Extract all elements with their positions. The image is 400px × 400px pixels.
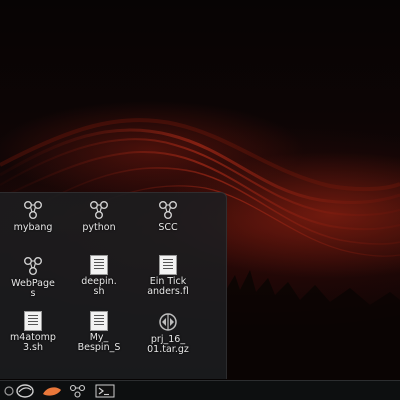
launcher-item[interactable]: m4atomp 3.sh — [0, 311, 66, 367]
launcher-item-label: prj_16_ 01.tar.gz — [147, 334, 189, 355]
network-share-icon — [90, 201, 108, 219]
taskbar — [0, 380, 400, 400]
launcher-item-label: My_ Bespin_S — [77, 332, 121, 353]
script-file-icon — [90, 255, 108, 275]
script-file-icon — [24, 311, 42, 331]
launcher-item[interactable]: python — [66, 199, 132, 255]
launcher-item-label: deepin. sh — [81, 276, 117, 297]
launcher-item[interactable]: My_ Bespin_S — [66, 311, 132, 367]
terminal-icon — [95, 384, 115, 398]
network-icon — [69, 384, 86, 398]
launcher-item-label: WebPage s — [11, 278, 55, 299]
desktop: mybang python SCC WebPage s deepin. sh E… — [0, 0, 400, 400]
launcher-item[interactable]: deepin. sh — [66, 255, 132, 311]
archive-icon — [159, 313, 177, 331]
launcher-item-label: mybang — [13, 222, 53, 233]
launcher-item-label: SCC — [158, 222, 178, 233]
launcher-item[interactable]: WebPage s — [0, 255, 66, 311]
launcher-item[interactable]: SCC — [135, 199, 201, 255]
launcher-item[interactable]: Ein Tick anders.fl — [135, 255, 201, 311]
launcher-item-label: m4atomp 3.sh — [10, 332, 56, 353]
network-share-icon — [24, 257, 42, 275]
terminal-button[interactable] — [94, 383, 116, 399]
launcher-item-label: python — [82, 222, 116, 233]
network-share-icon — [24, 201, 42, 219]
wedge-button[interactable] — [40, 383, 64, 399]
browser-button[interactable] — [14, 383, 36, 399]
network-share-icon — [159, 201, 177, 219]
launcher-item-label: Ein Tick anders.fl — [147, 276, 189, 297]
wedge-icon — [43, 387, 61, 396]
browser-icon — [16, 384, 34, 398]
image-thumbnail-icon — [159, 255, 177, 275]
launcher-item[interactable]: mybang — [0, 199, 66, 255]
launcher-icon — [4, 386, 14, 396]
document-thumbnail-icon — [90, 311, 108, 331]
launcher-item[interactable]: prj_16_ 01.tar.gz — [135, 311, 201, 367]
desktop-folder-panel: mybang python SCC WebPage s deepin. sh E… — [0, 192, 227, 379]
network-button[interactable] — [68, 383, 88, 399]
